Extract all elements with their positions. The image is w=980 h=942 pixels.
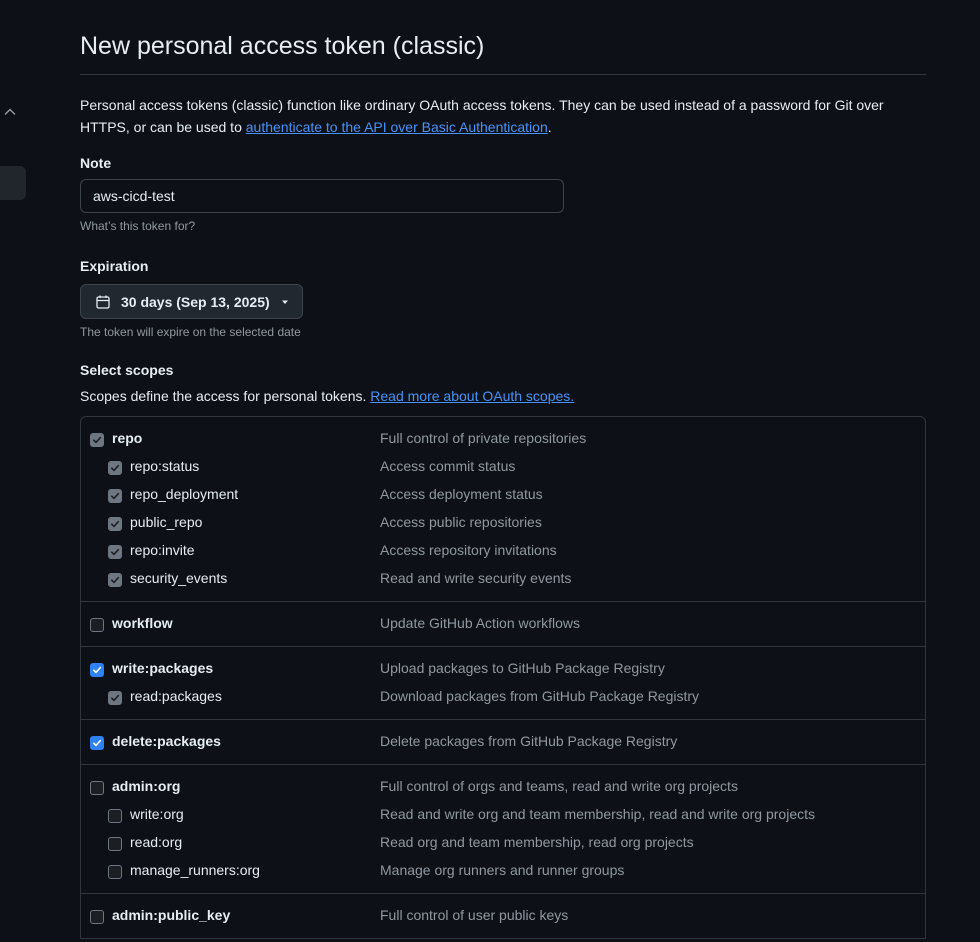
basic-auth-link[interactable]: authenticate to the API over Basic Authe… bbox=[246, 119, 548, 135]
scope-row-delete-packages: delete:packages Delete packages from GitH… bbox=[81, 729, 925, 757]
scope-checkbox-delete-packages[interactable] bbox=[90, 736, 104, 750]
note-input[interactable] bbox=[80, 179, 564, 213]
scope-row-repo-deployment: repo_deployment Access deployment status bbox=[81, 482, 925, 510]
scope-row-repo: repo Full control of private repositories bbox=[81, 426, 925, 454]
scope-checkbox-repo[interactable] bbox=[90, 433, 104, 447]
scope-name[interactable]: repo:status bbox=[130, 458, 199, 474]
scope-name[interactable]: write:org bbox=[130, 806, 184, 822]
scope-group: delete:packages Delete packages from GitH… bbox=[81, 720, 925, 765]
scope-description: Download packages from GitHub Package Re… bbox=[380, 688, 700, 704]
scope-checkbox-write-packages[interactable] bbox=[90, 663, 104, 677]
scope-checkbox-repo-invite[interactable] bbox=[108, 545, 122, 559]
scope-name[interactable]: repo bbox=[112, 430, 142, 446]
scope-checkbox-admin-public-key[interactable] bbox=[90, 910, 104, 924]
check-icon bbox=[110, 464, 120, 472]
check-icon bbox=[110, 492, 120, 500]
scope-name[interactable]: repo_deployment bbox=[130, 486, 238, 502]
intro-paragraph: Personal access tokens (classic) functio… bbox=[80, 94, 920, 138]
scope-name[interactable]: read:org bbox=[130, 834, 182, 850]
scopes-desc-text: Scopes define the access for personal to… bbox=[80, 388, 371, 404]
note-hint: What’s this token for? bbox=[80, 219, 196, 233]
scope-row-repo-invite: repo:invite Access repository invitations bbox=[81, 538, 925, 566]
scope-description: Upload packages to GitHub Package Regist… bbox=[380, 660, 665, 676]
scope-checkbox-public-repo[interactable] bbox=[108, 517, 122, 531]
scope-row-write-org: write:org Read and write org and team mem… bbox=[81, 802, 925, 830]
scope-group: write:packages Upload packages to GitHub … bbox=[81, 647, 925, 720]
scope-row-write-packages: write:packages Upload packages to GitHub … bbox=[81, 656, 925, 684]
scope-group: repo Full control of private repositories… bbox=[81, 417, 925, 602]
scope-name[interactable]: workflow bbox=[112, 615, 173, 631]
scope-checkbox-read-org[interactable] bbox=[108, 837, 122, 851]
check-icon bbox=[110, 576, 120, 584]
scope-description: Full control of private repositories bbox=[380, 430, 587, 446]
scope-description: Full control of user public keys bbox=[380, 907, 569, 923]
scope-name[interactable]: repo:invite bbox=[130, 542, 195, 558]
scope-row-admin-org: admin:org Full control of orgs and teams,… bbox=[81, 774, 925, 802]
scope-name[interactable]: delete:packages bbox=[112, 733, 221, 749]
scope-group: workflow Update GitHub Action workflows bbox=[81, 602, 925, 647]
scope-checkbox-manage-runners-org[interactable] bbox=[108, 865, 122, 879]
scope-checkbox-write-org[interactable] bbox=[108, 809, 122, 823]
main-content: New personal access token (classic) Pers… bbox=[80, 0, 926, 939]
scope-row-admin-public-key: admin:public_key Full control of user pub… bbox=[81, 903, 925, 931]
scope-checkbox-security-events[interactable] bbox=[108, 573, 122, 587]
scope-description: Read and write org and team membership, … bbox=[380, 806, 815, 822]
scope-description: Read and write security events bbox=[380, 570, 572, 586]
intro-end: . bbox=[547, 119, 552, 135]
scopes-description: Scopes define the access for personal to… bbox=[80, 388, 926, 404]
triangle-down-icon bbox=[280, 297, 290, 307]
page: New personal access token (classic) Pers… bbox=[0, 0, 980, 942]
scope-checkbox-admin-org[interactable] bbox=[90, 781, 104, 795]
note-label: Note bbox=[80, 155, 112, 171]
scope-description: Access repository invitations bbox=[380, 542, 557, 558]
scope-group: admin:public_key Full control of user pub… bbox=[81, 894, 925, 939]
scope-group: admin:org Full control of orgs and teams,… bbox=[81, 765, 925, 894]
scope-description: Read org and team membership, read org p… bbox=[380, 834, 694, 850]
scope-checkbox-workflow[interactable] bbox=[90, 618, 104, 632]
chevron-up-icon[interactable] bbox=[2, 104, 18, 120]
oauth-scopes-link[interactable]: Read more about OAuth scopes. bbox=[370, 388, 574, 404]
scope-description: Access public repositories bbox=[380, 514, 542, 530]
scope-name[interactable]: security_events bbox=[130, 570, 227, 586]
scope-row-read-org: read:org Read org and team membership, re… bbox=[81, 830, 925, 858]
check-icon bbox=[92, 739, 102, 747]
scope-row-manage-runners-org: manage_runners:org Manage org runners and… bbox=[81, 858, 925, 886]
calendar-icon bbox=[95, 294, 111, 310]
check-icon bbox=[92, 666, 102, 674]
scope-row-read-packages: read:packages Download packages from GitH… bbox=[81, 684, 925, 712]
scope-row-public-repo: public_repo Access public repositories bbox=[81, 510, 925, 538]
scope-name[interactable]: read:packages bbox=[130, 688, 222, 704]
scope-name[interactable]: write:packages bbox=[112, 660, 213, 676]
scope-description: Manage org runners and runner groups bbox=[380, 862, 625, 878]
scope-checkbox-read-packages[interactable] bbox=[108, 691, 122, 705]
scope-name[interactable]: admin:public_key bbox=[112, 907, 230, 923]
scope-row-security-events: security_events Read and write security e… bbox=[81, 566, 925, 594]
expiration-label: Expiration bbox=[80, 258, 149, 274]
expiration-dropdown-button[interactable]: 30 days (Sep 13, 2025) bbox=[80, 284, 303, 319]
scope-name[interactable]: manage_runners:org bbox=[130, 862, 260, 878]
expiration-value: 30 days (Sep 13, 2025) bbox=[121, 293, 270, 310]
scope-row-workflow: workflow Update GitHub Action workflows bbox=[81, 611, 925, 639]
page-title: New personal access token (classic) bbox=[80, 0, 926, 75]
scope-row-repo-status: repo:status Access commit status bbox=[81, 454, 925, 482]
check-icon bbox=[110, 548, 120, 556]
scope-description: Access commit status bbox=[380, 458, 516, 474]
scope-description: Full control of orgs and teams, read and… bbox=[380, 778, 738, 794]
check-icon bbox=[92, 436, 102, 444]
scope-description: Access deployment status bbox=[380, 486, 543, 502]
scope-name[interactable]: public_repo bbox=[130, 514, 202, 530]
scope-description: Update GitHub Action workflows bbox=[380, 615, 580, 631]
scope-description: Delete packages from GitHub Package Regi… bbox=[380, 733, 678, 749]
scope-checkbox-repo-status[interactable] bbox=[108, 461, 122, 475]
expiration-hint: The token will expire on the selected da… bbox=[80, 325, 301, 339]
scopes-table: repo Full control of private repositories… bbox=[80, 416, 926, 939]
check-icon bbox=[110, 694, 120, 702]
sidebar-active-item[interactable] bbox=[0, 166, 26, 200]
scope-checkbox-repo-deployment[interactable] bbox=[108, 489, 122, 503]
scopes-label: Select scopes bbox=[80, 362, 174, 378]
check-icon bbox=[110, 520, 120, 528]
scope-name[interactable]: admin:org bbox=[112, 778, 180, 794]
